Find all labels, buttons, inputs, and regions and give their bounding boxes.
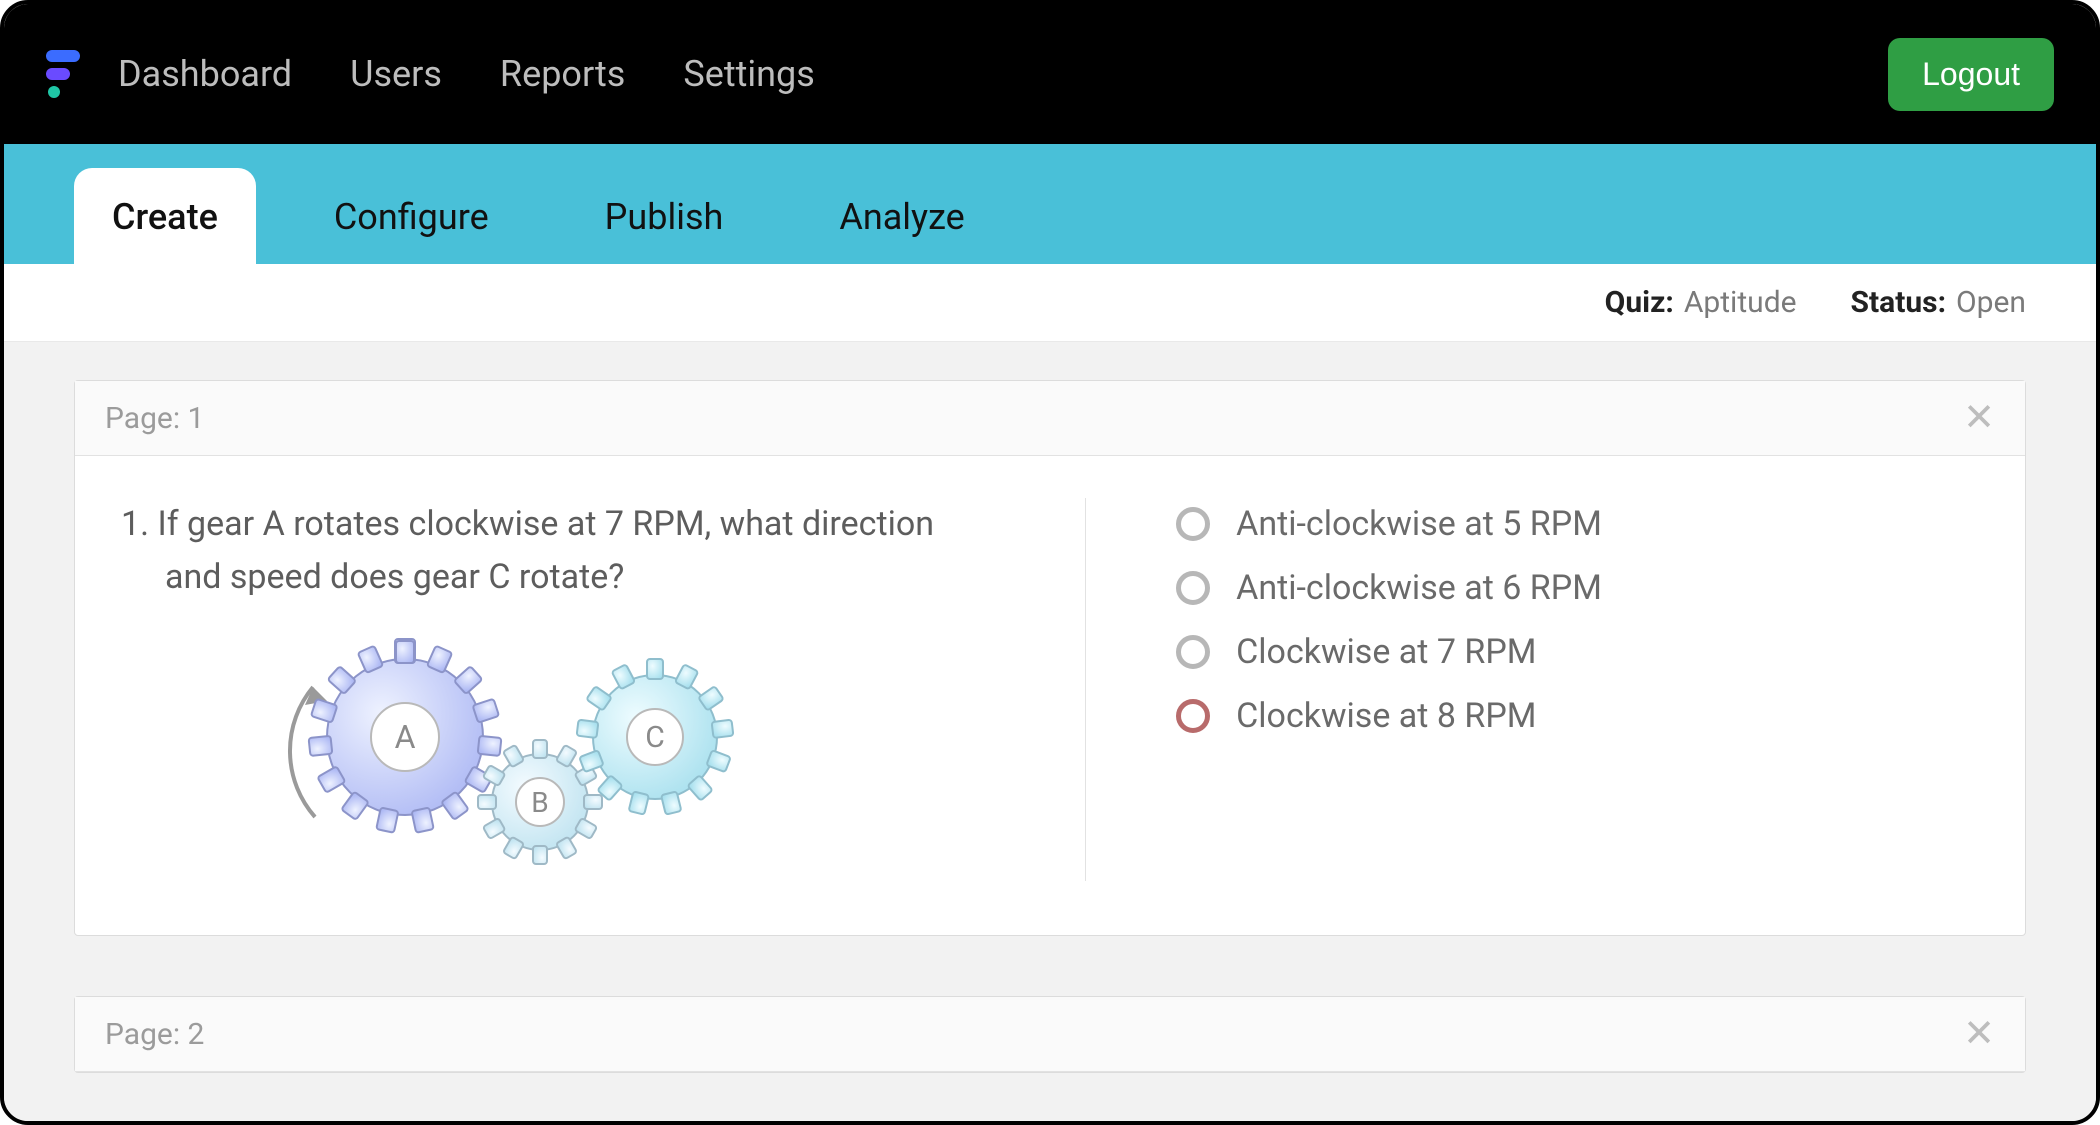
nav-settings[interactable]: Settings — [683, 53, 814, 95]
close-icon[interactable]: ✕ — [1963, 1015, 1995, 1053]
nav-users[interactable]: Users — [350, 53, 442, 95]
nav-dashboard[interactable]: Dashboard — [118, 53, 292, 95]
page-header-1: Page: 1 ✕ — [75, 381, 2025, 456]
option-1[interactable]: Anti-clockwise at 5 RPM — [1176, 504, 1985, 544]
gears-icon: A — [255, 627, 775, 877]
topbar: Dashboard Users Reports Settings Logout — [4, 4, 2096, 144]
question-line-2: and speed does gear C rotate? — [121, 551, 1005, 604]
app-logo-icon — [46, 47, 90, 101]
gear-figure: A — [115, 627, 1045, 881]
option-2[interactable]: Anti-clockwise at 6 RPM — [1176, 568, 1985, 608]
top-nav: Dashboard Users Reports Settings — [118, 53, 815, 95]
radio-icon — [1176, 699, 1210, 733]
page-header-label: Page: 1 — [105, 401, 204, 436]
quiz-info: Quiz: Aptitude — [1605, 285, 1797, 320]
page-header-label: Page: 2 — [105, 1017, 204, 1052]
page-header-2: Page: 2 ✕ — [75, 997, 2025, 1072]
question-line-1: If gear A rotates clockwise at 7 RPM, wh… — [158, 504, 935, 544]
radio-icon — [1176, 571, 1210, 605]
question-row: 1. If gear A rotates clockwise at 7 RPM,… — [75, 456, 2025, 935]
tab-publish[interactable]: Publish — [567, 168, 762, 264]
option-label: Anti-clockwise at 6 RPM — [1236, 568, 1602, 608]
question-left: 1. If gear A rotates clockwise at 7 RPM,… — [115, 498, 1086, 881]
nav-reports[interactable]: Reports — [500, 53, 625, 95]
logout-button[interactable]: Logout — [1888, 38, 2054, 111]
quiz-value: Aptitude — [1684, 285, 1797, 320]
app-frame: Dashboard Users Reports Settings Logout … — [0, 0, 2100, 1125]
radio-icon — [1176, 507, 1210, 541]
page-card-1: Page: 1 ✕ 1. If gear A rotates clockwise… — [74, 380, 2026, 936]
option-label: Anti-clockwise at 5 RPM — [1236, 504, 1602, 544]
tab-bar: Create Configure Publish Analyze — [4, 144, 2096, 264]
status-info: Status: Open — [1851, 285, 2026, 320]
tab-configure[interactable]: Configure — [296, 168, 527, 264]
option-label: Clockwise at 8 RPM — [1236, 696, 1536, 736]
question-number: 1. — [121, 504, 149, 544]
gear-a-label: A — [395, 718, 416, 756]
option-3[interactable]: Clockwise at 7 RPM — [1176, 632, 1985, 672]
option-4[interactable]: Clockwise at 8 RPM — [1176, 696, 1985, 736]
close-icon[interactable]: ✕ — [1963, 399, 1995, 437]
radio-icon — [1176, 635, 1210, 669]
tab-create[interactable]: Create — [74, 168, 256, 264]
status-label: Status: — [1851, 285, 1947, 320]
tab-analyze[interactable]: Analyze — [801, 168, 1002, 264]
gear-c-label: C — [645, 720, 665, 755]
question-options: Anti-clockwise at 5 RPM Anti-clockwise a… — [1086, 498, 1985, 881]
quiz-label: Quiz: — [1605, 285, 1674, 320]
status-value: Open — [1956, 285, 2026, 320]
option-label: Clockwise at 7 RPM — [1236, 632, 1536, 672]
question-text: 1. If gear A rotates clockwise at 7 RPM,… — [115, 498, 1045, 603]
info-bar: Quiz: Aptitude Status: Open — [4, 264, 2096, 342]
gear-b-label: B — [531, 786, 548, 819]
content-area: Page: 1 ✕ 1. If gear A rotates clockwise… — [4, 342, 2096, 1121]
page-card-2: Page: 2 ✕ — [74, 996, 2026, 1073]
